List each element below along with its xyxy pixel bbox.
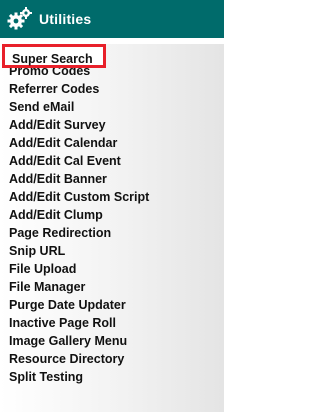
menu-item-purge-date-updater[interactable]: Purge Date Updater — [0, 296, 224, 314]
menu-item-inactive-page-roll[interactable]: Inactive Page Roll — [0, 314, 224, 332]
utilities-menu: Super Search Promo Codes Referrer Codes … — [0, 44, 224, 412]
menu-item-add-edit-survey[interactable]: Add/Edit Survey — [0, 116, 224, 134]
menu-item-add-edit-clump[interactable]: Add/Edit Clump — [0, 206, 224, 224]
menu-item-page-redirection[interactable]: Page Redirection — [0, 224, 224, 242]
menu-item-resource-directory[interactable]: Resource Directory — [0, 350, 224, 368]
menu-item-add-edit-calendar[interactable]: Add/Edit Calendar — [0, 134, 224, 152]
utilities-panel: Utilities Super Search Promo Codes Refer… — [0, 0, 224, 412]
gears-icon — [7, 6, 33, 32]
menu-item-add-edit-cal-event[interactable]: Add/Edit Cal Event — [0, 152, 224, 170]
menu-item-super-search[interactable]: Super Search — [2, 44, 106, 68]
menu-item-send-email[interactable]: Send eMail — [0, 98, 224, 116]
menu-item-file-upload[interactable]: File Upload — [0, 260, 224, 278]
menu-item-add-edit-custom-script[interactable]: Add/Edit Custom Script — [0, 188, 224, 206]
menu-item-split-testing[interactable]: Split Testing — [0, 368, 224, 386]
menu-item-image-gallery-menu[interactable]: Image Gallery Menu — [0, 332, 224, 350]
header-title: Utilities — [39, 11, 92, 27]
menu-item-add-edit-banner[interactable]: Add/Edit Banner — [0, 170, 224, 188]
menu-item-file-manager[interactable]: File Manager — [0, 278, 224, 296]
utilities-header[interactable]: Utilities — [0, 0, 224, 38]
menu-item-referrer-codes[interactable]: Referrer Codes — [0, 80, 224, 98]
menu-item-snip-url[interactable]: Snip URL — [0, 242, 224, 260]
